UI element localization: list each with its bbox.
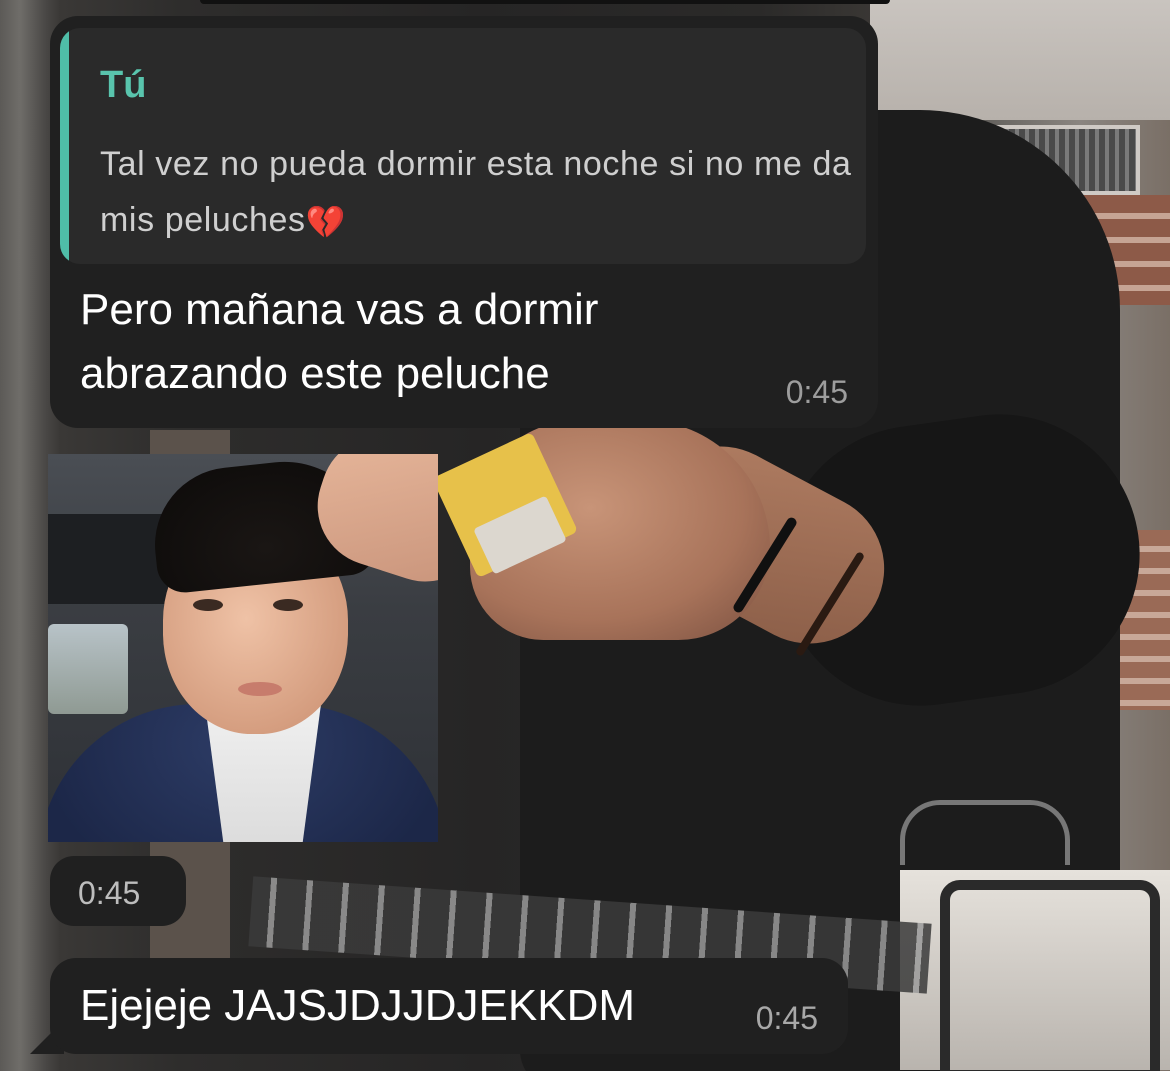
message-text: Pero mañana vas a dormir abrazando este … xyxy=(80,285,599,398)
photo-timestamp-bubble: 0:45 xyxy=(50,856,186,926)
previous-bubble-edge xyxy=(200,0,890,4)
message-text: Ejejeje JAJSJDJJDJEKKDM xyxy=(80,981,636,1030)
quote-author: Tú xyxy=(100,64,147,106)
message-timestamp: 0:45 xyxy=(755,1000,818,1036)
photo-message[interactable] xyxy=(48,454,438,842)
message-bubble-reply[interactable]: Tú Tal vez no pueda dormir esta noche si… xyxy=(50,16,878,428)
quote-accent-bar xyxy=(60,28,69,264)
quoted-message[interactable]: Tú Tal vez no pueda dormir esta noche si… xyxy=(60,28,866,264)
quote-text: Tal vez no pueda dormir esta noche si no… xyxy=(100,136,860,250)
message-timestamp: 0:45 xyxy=(785,374,848,410)
broken-heart-emoji: 💔 xyxy=(305,203,347,241)
message-bubble[interactable]: Ejejeje JAJSJDJJDJEKKDM 0:45 xyxy=(50,958,848,1054)
message-timestamp: 0:45 xyxy=(78,875,141,911)
